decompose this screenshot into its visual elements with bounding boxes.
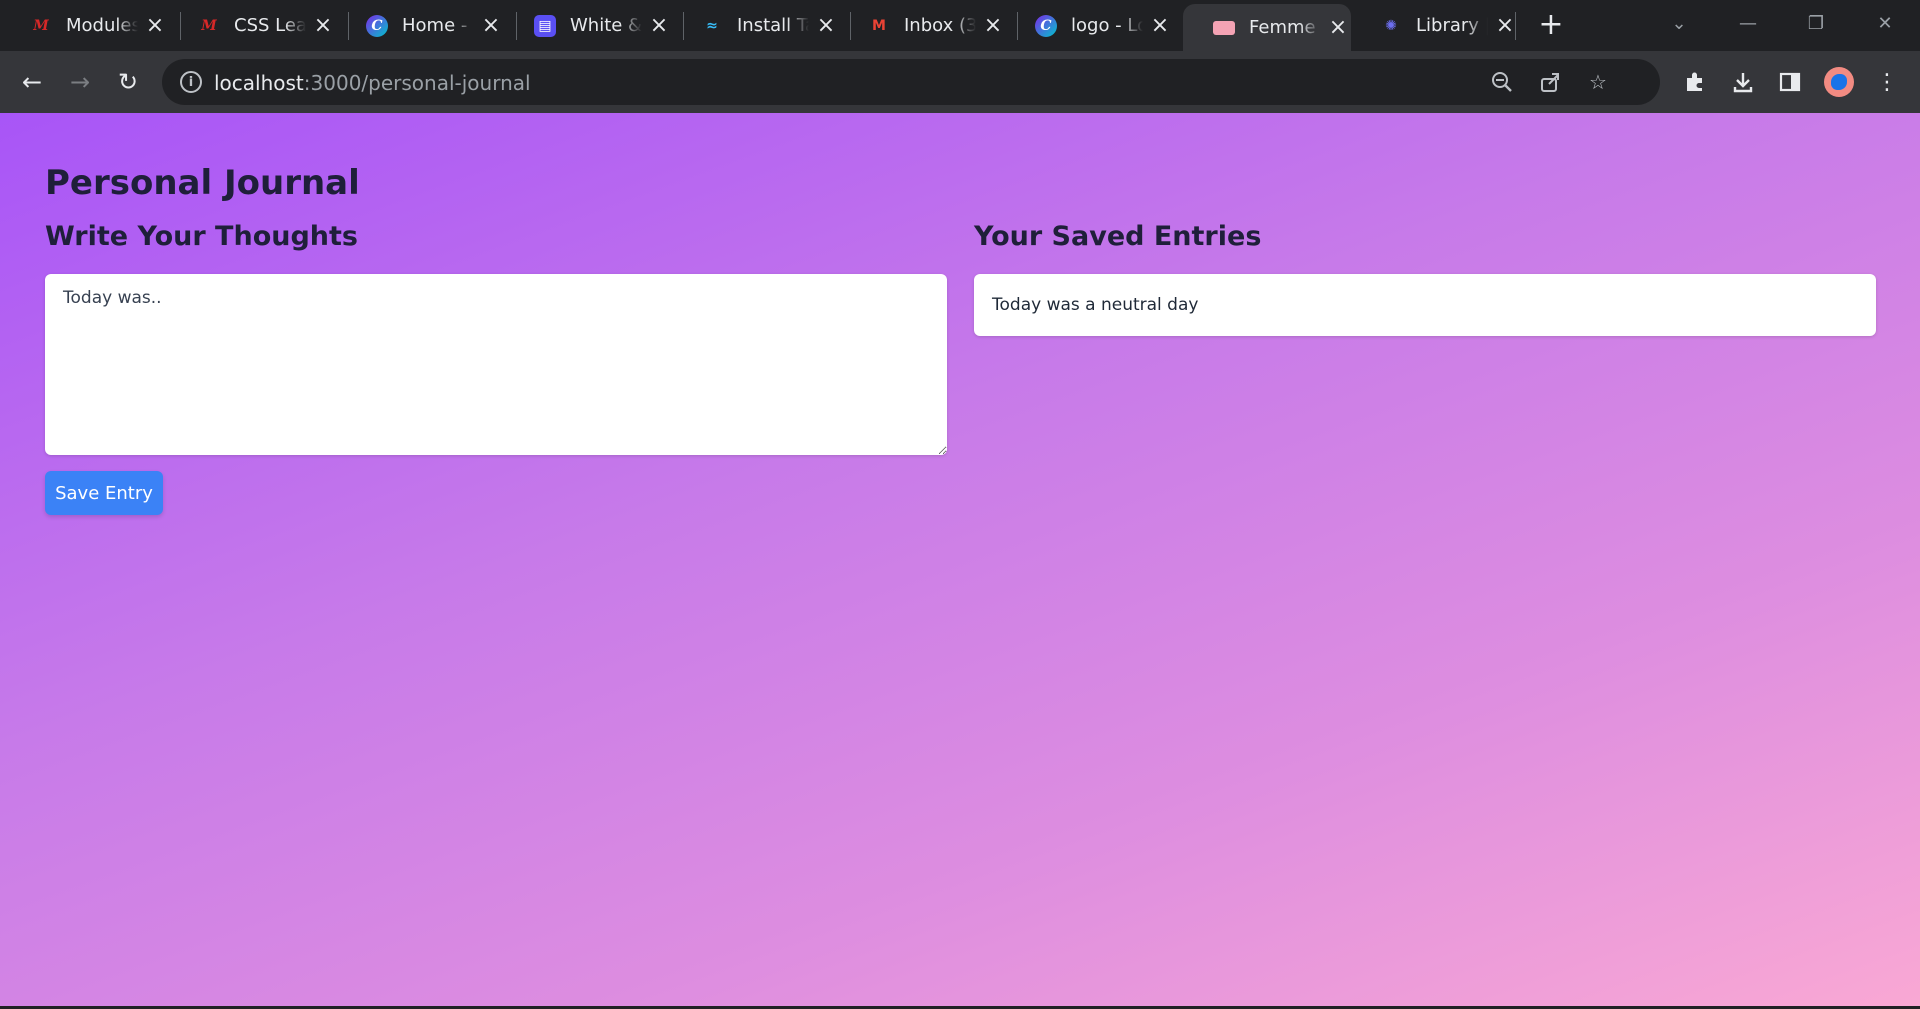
journal-page: Personal Journal Write Your Thoughts Sav… [0, 113, 1920, 1006]
printer-icon: ▤ [534, 14, 556, 37]
write-heading: Write Your Thoughts [45, 221, 358, 252]
tab-title: Modules [66, 15, 138, 36]
close-icon[interactable]: × [648, 14, 670, 37]
close-window-icon[interactable]: ✕ [1865, 6, 1905, 40]
tab-title: CSS Learn [234, 15, 306, 36]
url-host: localhost [214, 71, 304, 95]
tab-title: Home - C [402, 15, 474, 36]
tab-title: Install Ta [737, 15, 809, 36]
site-info-icon[interactable]: i [180, 71, 202, 93]
save-entry-button[interactable]: Save Entry [45, 471, 163, 515]
saved-entry[interactable]: Today was a neutral day [974, 274, 1876, 336]
tab-strip: M Modules × M CSS Learn × C Home - C × ▤… [0, 0, 1920, 51]
tab-title: Library | [1416, 15, 1488, 36]
address-bar[interactable]: i localhost:3000/personal-journal ☆ [162, 59, 1660, 105]
close-icon[interactable]: × [312, 14, 334, 37]
restore-icon[interactable]: ❐ [1796, 6, 1836, 40]
gmail-icon: M [872, 17, 886, 34]
share-icon[interactable] [1538, 70, 1562, 94]
minimize-icon[interactable]: — [1728, 6, 1768, 40]
browser-toolbar: ← → ↻ i localhost:3000/personal-journal … [0, 51, 1920, 113]
page-title: Personal Journal [45, 163, 360, 203]
bookmark-star-icon[interactable]: ☆ [1586, 70, 1610, 94]
library-icon: ✺ [1385, 17, 1397, 34]
close-icon[interactable]: × [1327, 16, 1349, 39]
m-logo-icon: M [201, 17, 217, 34]
tab-7-active[interactable]: Femme F × [1183, 4, 1351, 51]
reload-icon[interactable]: ↻ [111, 65, 145, 99]
close-icon[interactable]: × [480, 14, 502, 37]
canva-icon: C [1035, 14, 1057, 37]
tab-0[interactable]: M Modules × [0, 0, 168, 51]
canva-icon: C [366, 14, 388, 37]
side-panel-icon[interactable] [1773, 65, 1807, 99]
extensions-puzzle-icon[interactable] [1678, 65, 1712, 99]
tab-2[interactable]: C Home - C × [336, 0, 504, 51]
url-text[interactable]: localhost:3000/personal-journal [214, 71, 531, 95]
back-arrow-icon[interactable]: ← [15, 65, 49, 99]
tab-search-chevron-icon[interactable]: ⌄ [1659, 6, 1699, 40]
tab-1[interactable]: M CSS Learn × [168, 0, 336, 51]
tab-5[interactable]: M Inbox (3 × [838, 0, 1006, 51]
close-icon[interactable]: × [982, 14, 1004, 37]
tab-8[interactable]: ✺ Library | × [1350, 0, 1518, 51]
tab-3[interactable]: ▤ White & × [504, 0, 672, 51]
tailwind-icon: ≈ [706, 17, 718, 34]
journal-entry-input[interactable] [45, 274, 947, 455]
profile-avatar[interactable] [1824, 67, 1854, 97]
tab-separator [1515, 12, 1516, 40]
tab-title: Inbox (3 [904, 15, 976, 36]
tab-title: White & [570, 15, 642, 36]
entries-heading: Your Saved Entries [974, 221, 1262, 252]
close-icon[interactable]: × [1494, 14, 1516, 37]
download-icon[interactable] [1726, 65, 1760, 99]
tab-title: Femme F [1249, 17, 1321, 38]
forward-arrow-icon[interactable]: → [63, 65, 97, 99]
close-icon[interactable]: × [1149, 14, 1171, 37]
kebab-menu-icon[interactable]: ⋮ [1870, 65, 1904, 99]
tab-6[interactable]: C logo - Lo × [1005, 0, 1173, 51]
saved-entries-list: Today was a neutral day [974, 274, 1876, 348]
zoom-out-icon[interactable] [1490, 70, 1514, 94]
avatar-image [1831, 74, 1847, 90]
m-logo-icon: M [33, 17, 49, 34]
new-tab-plus-icon[interactable]: + [1536, 10, 1566, 40]
tab-title: logo - Lo [1071, 15, 1143, 36]
close-icon[interactable]: × [815, 14, 837, 37]
tab-4[interactable]: ≈ Install Ta × [671, 0, 839, 51]
femme-icon [1213, 20, 1235, 35]
close-icon[interactable]: × [144, 14, 166, 37]
url-path: :3000/personal-journal [303, 71, 531, 95]
